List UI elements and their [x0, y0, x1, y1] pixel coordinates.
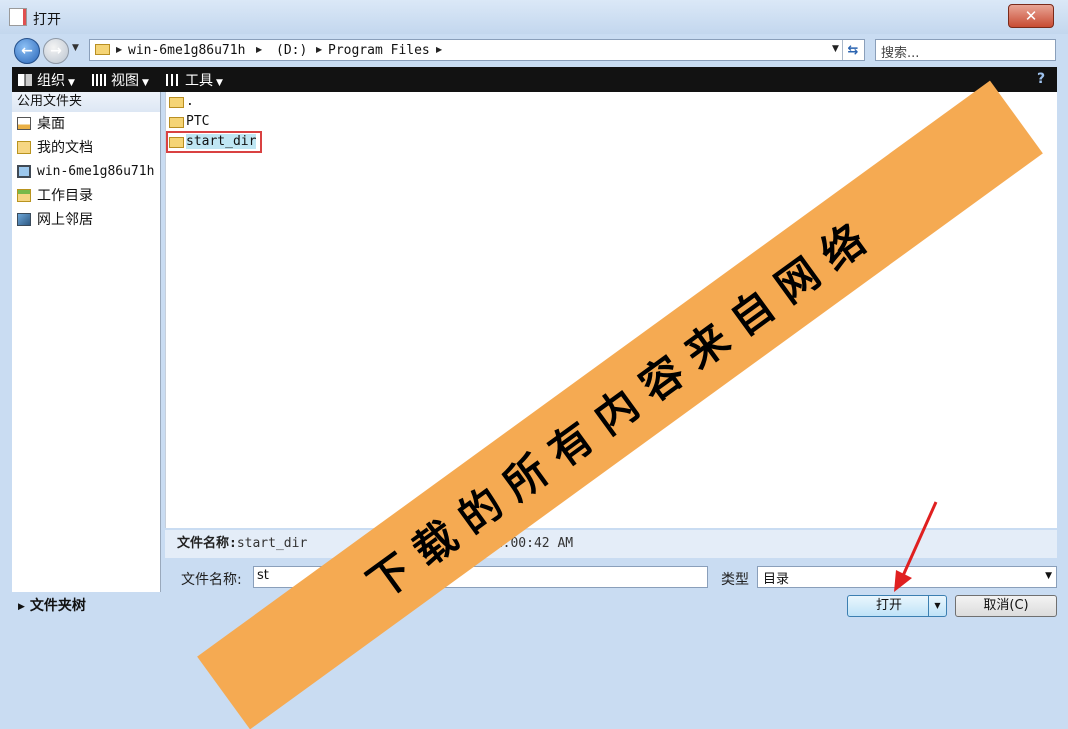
tools-menu[interactable]: 工具 ▼ [166, 70, 223, 90]
desktop-icon [17, 117, 31, 130]
breadcrumb-computer[interactable]: win-6me1g86u71h [128, 43, 245, 58]
close-icon: ✕ [1024, 7, 1038, 25]
app-icon [9, 8, 27, 26]
computer-icon [17, 165, 31, 178]
address-dropdown-icon[interactable]: ▼ [832, 44, 839, 54]
chevron-down-icon: ▼ [216, 78, 223, 88]
network-icon [17, 213, 31, 226]
arrow-left-icon: ← [21, 43, 33, 59]
triangle-right-icon: ▶ [18, 602, 25, 612]
tools-label: 工具 [185, 73, 213, 89]
file-type-select[interactable]: 目录 ▼ [757, 566, 1057, 588]
breadcrumb-separator-icon[interactable]: ▶ [116, 45, 122, 54]
history-dropdown-icon[interactable]: ▼ [72, 43, 79, 53]
breadcrumb-separator-icon[interactable]: ▶ [256, 45, 262, 54]
address-bar[interactable]: ▶ win-6me1g86u71h ▶ (D:) ▶ Program Files… [89, 39, 865, 61]
sidebar-item-computer[interactable]: win-6me1g86u71h [12, 160, 160, 184]
window-title: 打开 [33, 12, 61, 28]
sidebar-item-label: win-6me1g86u71h [37, 164, 155, 179]
list-item-selected[interactable]: start_dir [165, 131, 263, 153]
folder-icon [169, 117, 184, 128]
cancel-button[interactable]: 取消(C) [955, 595, 1057, 617]
refresh-icon[interactable]: ⇆ [842, 40, 863, 60]
file-info-bar: 文件名称:start_dir 11:00:42 AM [165, 530, 1057, 558]
sidebar-item-label: 桌面 [37, 116, 65, 132]
organize-label: 组织 [37, 73, 65, 89]
sidebar-header: 公用文件夹 [12, 92, 160, 112]
folder-tree-label: 文件夹树 [29, 598, 86, 614]
list-item[interactable]: . [168, 93, 194, 111]
file-type-value: 目录 [763, 572, 790, 587]
view-icon [92, 74, 106, 86]
navigation-bar: ← → ▼ ▶ win-6me1g86u71h ▶ (D:) ▶ Program… [0, 34, 1068, 66]
sidebar-item-label: 网上邻居 [37, 212, 93, 228]
info-modified-time: 11:00:42 AM [487, 536, 574, 551]
breadcrumb-drive[interactable]: (D:) [276, 43, 307, 58]
back-button[interactable]: ← [14, 38, 40, 64]
close-button[interactable]: ✕ [1008, 4, 1054, 28]
file-name-label: 文件名称: [181, 572, 242, 588]
sidebar-item-desktop[interactable]: 桌面 [12, 112, 160, 136]
organize-menu[interactable]: 组织 ▼ [18, 70, 75, 90]
working-directory-icon [17, 189, 31, 202]
title-bar: 打开 ✕ [0, 0, 1068, 34]
view-label: 视图 [111, 73, 139, 89]
folder-icon [169, 97, 184, 108]
view-menu[interactable]: 视图 ▼ [92, 70, 149, 90]
info-label: 文件名称: [177, 536, 237, 551]
list-item[interactable]: PTC [168, 113, 209, 131]
sidebar-item-documents[interactable]: 我的文档 [12, 136, 160, 160]
chevron-down-icon: ▼ [142, 78, 149, 88]
file-name: . [186, 94, 194, 109]
documents-icon [17, 141, 31, 154]
info-file-name: start_dir [236, 536, 308, 551]
open-button-label: 打开 [875, 598, 902, 613]
folder-icon [169, 137, 184, 148]
sidebar-item-label: 我的文档 [37, 140, 93, 156]
forward-button[interactable]: → [43, 38, 69, 64]
file-name-field[interactable]: st [253, 566, 708, 588]
chevron-down-icon: ▼ [68, 78, 75, 88]
sidebar-item-network[interactable]: 网上邻居 [12, 208, 160, 232]
breadcrumb-separator-icon[interactable]: ▶ [316, 45, 322, 54]
sidebar-item-working-directory[interactable]: 工作目录 [12, 184, 160, 208]
open-button[interactable]: 打开 ▼ [847, 595, 947, 617]
help-icon[interactable]: ? [1033, 71, 1049, 87]
search-input[interactable]: 搜索... [875, 39, 1056, 61]
arrow-right-icon: → [50, 43, 62, 59]
file-name: PTC [186, 114, 210, 129]
folder-icon [95, 44, 110, 55]
file-type-label: 类型 [721, 572, 749, 588]
folder-tree-toggle[interactable]: ▶ 文件夹树 [12, 594, 161, 618]
chevron-down-icon: ▼ [1045, 571, 1052, 581]
sidebar-item-label: 工作目录 [37, 188, 93, 204]
favorites-sidebar: 公用文件夹 桌面 我的文档 win-6me1g86u71h 工作目录 网上邻居 [12, 92, 161, 592]
file-name: start_dir [186, 134, 257, 149]
organize-icon [18, 74, 32, 86]
breadcrumb-program-files[interactable]: Program Files [328, 43, 430, 58]
file-list: . PTC start_dir [165, 92, 1057, 528]
open-dropdown-icon[interactable]: ▼ [928, 596, 946, 616]
toolbar: 组织 ▼ 视图 ▼ 工具 ▼ ? [12, 67, 1057, 92]
tools-icon [166, 74, 180, 86]
breadcrumb-separator-icon[interactable]: ▶ [436, 45, 442, 54]
